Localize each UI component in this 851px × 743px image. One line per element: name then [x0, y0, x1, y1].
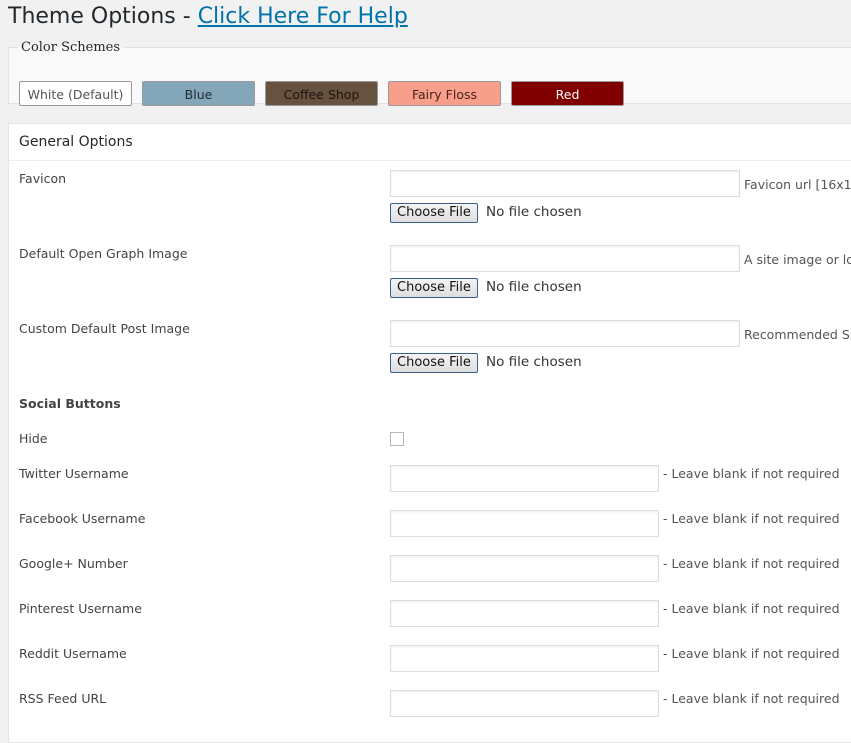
og-image-choose-file-button[interactable]: Choose File [390, 278, 478, 298]
googleplus-number-input[interactable] [390, 555, 659, 582]
scheme-red-button[interactable]: Red [511, 81, 624, 106]
favicon-label: Favicon [19, 171, 67, 186]
general-options-panel: General Options Favicon Favicon url [16x… [8, 123, 851, 743]
rss-feed-url-note: - Leave blank if not required [663, 691, 840, 706]
facebook-username-input[interactable] [390, 510, 659, 537]
general-options-heading: General Options [9, 124, 851, 161]
reddit-username-note: - Leave blank if not required [663, 646, 840, 661]
scheme-coffee-shop-button[interactable]: Coffee Shop [265, 81, 378, 106]
twitter-username-input[interactable] [390, 465, 659, 492]
rss-feed-url-input[interactable] [390, 690, 659, 717]
hide-label: Hide [19, 431, 48, 446]
rss-feed-url-label: RSS Feed URL [19, 691, 107, 706]
scheme-blue-button[interactable]: Blue [142, 81, 255, 106]
page-title-text: Theme Options - [8, 4, 198, 29]
twitter-username-label: Twitter Username [19, 466, 129, 481]
hide-checkbox[interactable] [390, 432, 404, 446]
post-image-description: Recommended Siz [744, 327, 851, 342]
og-image-url-input[interactable] [390, 245, 740, 272]
color-schemes-legend: Color Schemes [21, 40, 121, 55]
favicon-file-status: No file chosen [486, 204, 582, 220]
googleplus-number-note: - Leave blank if not required [663, 556, 840, 571]
favicon-description: Favicon url [16x16 [744, 177, 851, 192]
scheme-white-button[interactable]: White (Default) [19, 81, 132, 106]
pinterest-username-input[interactable] [390, 600, 659, 627]
post-image-file-status: No file chosen [486, 354, 582, 370]
og-image-file-status: No file chosen [486, 279, 582, 295]
page-title: Theme Options - Click Here For Help [8, 4, 408, 29]
pinterest-username-label: Pinterest Username [19, 601, 142, 616]
reddit-username-label: Reddit Username [19, 646, 127, 661]
help-link[interactable]: Click Here For Help [198, 4, 408, 29]
facebook-username-note: - Leave blank if not required [663, 511, 840, 526]
social-buttons-heading: Social Buttons [19, 396, 121, 411]
post-image-choose-file-button[interactable]: Choose File [390, 353, 478, 373]
color-schemes-fieldset: Color Schemes White (Default) Blue Coffe… [8, 40, 851, 106]
post-image-url-input[interactable] [390, 320, 740, 347]
reddit-username-input[interactable] [390, 645, 659, 672]
post-image-label: Custom Default Post Image [19, 321, 190, 336]
favicon-choose-file-button[interactable]: Choose File [390, 203, 478, 223]
googleplus-number-label: Google+ Number [19, 556, 128, 571]
facebook-username-label: Facebook Username [19, 511, 146, 526]
pinterest-username-note: - Leave blank if not required [663, 601, 840, 616]
og-image-label: Default Open Graph Image [19, 246, 188, 261]
twitter-username-note: - Leave blank if not required [663, 466, 840, 481]
scheme-fairy-floss-button[interactable]: Fairy Floss [388, 81, 501, 106]
og-image-description: A site image or log [744, 252, 851, 267]
favicon-url-input[interactable] [390, 170, 740, 197]
